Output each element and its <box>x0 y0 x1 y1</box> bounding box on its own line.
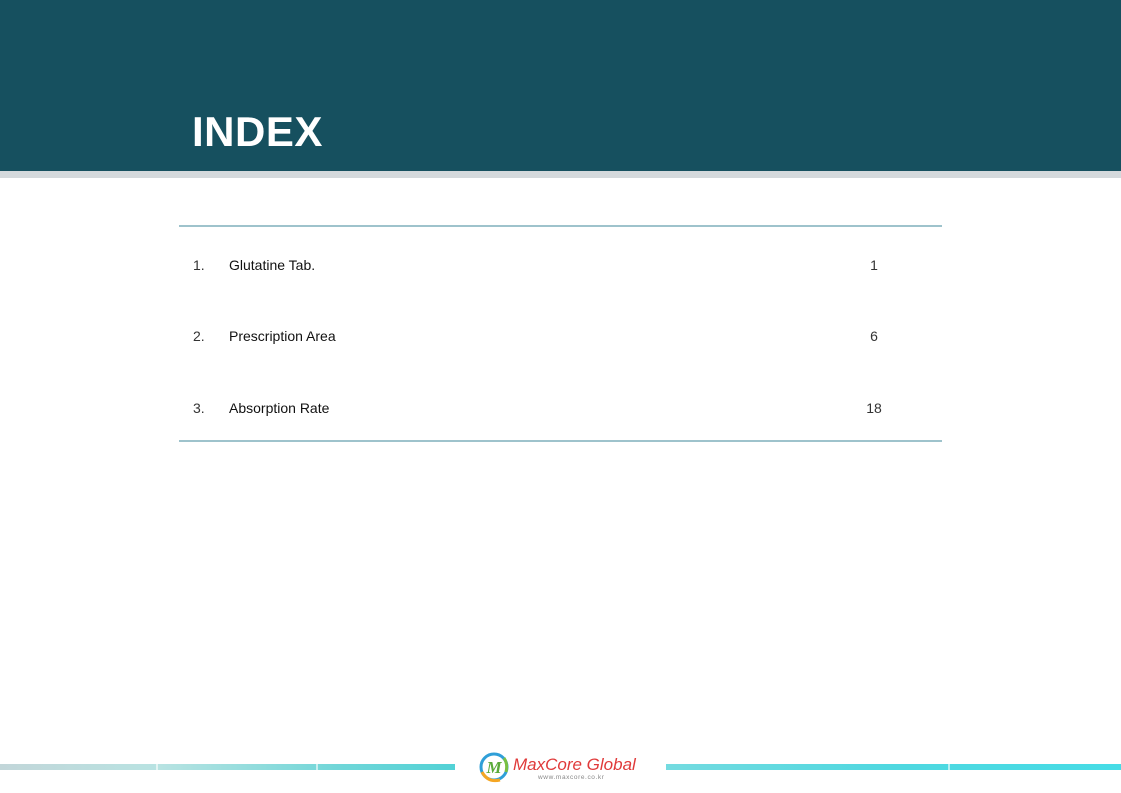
footer-bar-left <box>0 764 455 770</box>
footer-divider <box>156 764 158 770</box>
logo-url: www.maxcore.co.kr <box>538 774 605 781</box>
maxcore-logo: M MaxCore Global www.maxcore.co.kr <box>478 750 648 786</box>
toc-entry-page: 1 <box>870 257 878 273</box>
toc-entry-page: 6 <box>870 328 878 344</box>
toc-entry-label: Absorption Rate <box>229 400 330 416</box>
toc-entry[interactable]: 1. Glutatine Tab. 1 <box>179 253 942 277</box>
logo-monogram: M <box>485 758 502 777</box>
toc-entry-label: Glutatine Tab. <box>229 257 316 273</box>
header-band <box>0 0 1121 171</box>
toc-entry-number: 1. <box>193 257 205 273</box>
table-of-contents: 1. Glutatine Tab. 1 2. Prescription Area… <box>179 225 942 442</box>
page-title: INDEX <box>192 108 323 155</box>
header-underline <box>0 171 1121 178</box>
toc-entry[interactable]: 2. Prescription Area 6 <box>179 324 942 348</box>
footer-bar-right <box>666 764 1121 770</box>
maxcore-logo-icon: M <box>479 752 509 783</box>
logo-name: MaxCore Global <box>513 755 636 774</box>
document-page: INDEX 1. Glutatine Tab. 1 2. Prescriptio… <box>0 0 1121 793</box>
toc-entry-number: 3. <box>193 400 205 416</box>
toc-entry-label: Prescription Area <box>229 328 336 344</box>
toc-entry-page: 18 <box>866 400 882 416</box>
toc-entry-number: 2. <box>193 328 205 344</box>
footer-divider <box>948 764 950 770</box>
toc-entry[interactable]: 3. Absorption Rate 18 <box>179 396 942 420</box>
footer-divider <box>316 764 318 770</box>
